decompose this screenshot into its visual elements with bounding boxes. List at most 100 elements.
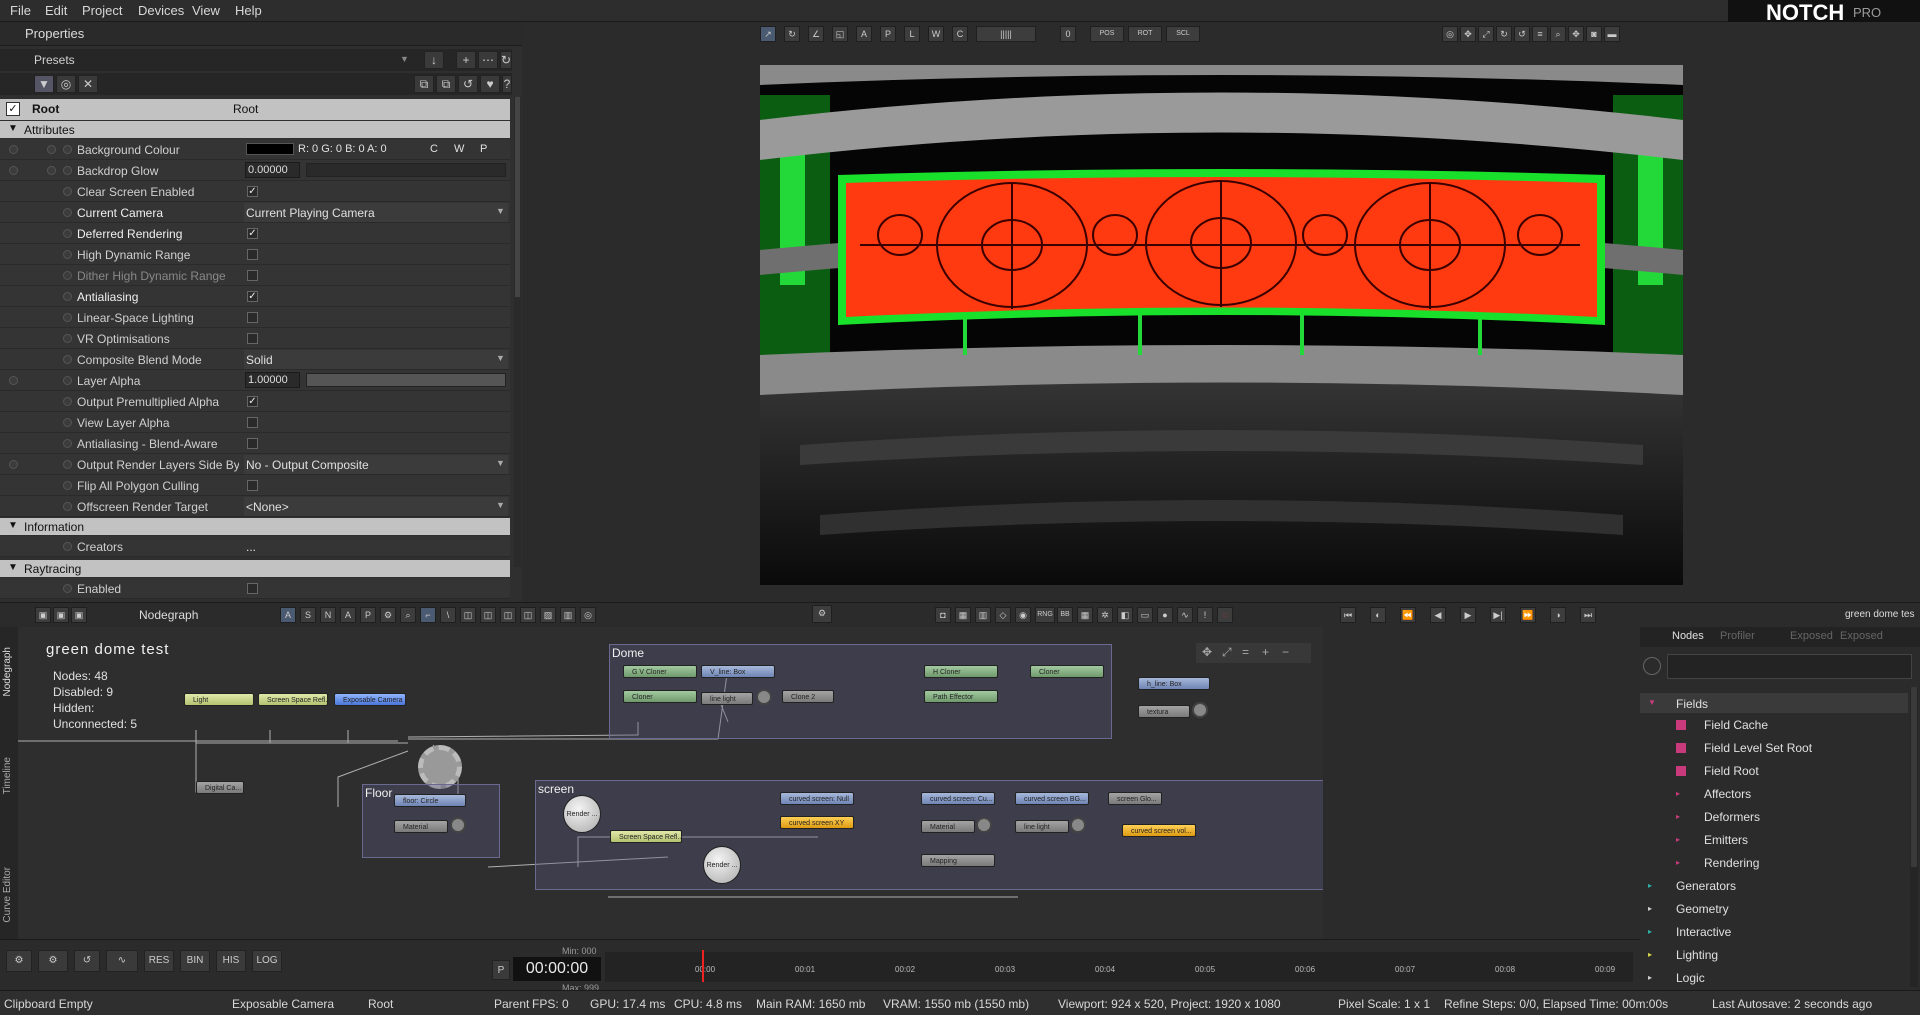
node-knob[interactable]: [1070, 817, 1086, 833]
p-tool-icon[interactable]: P: [360, 607, 376, 623]
colour-w-button[interactable]: W: [454, 143, 464, 155]
node-icon[interactable]: ◫: [480, 607, 496, 623]
filter-icon[interactable]: ▼: [34, 75, 54, 93]
menu-devices[interactable]: Devices: [138, 3, 184, 18]
node-curved-vol[interactable]: curved screen vol...: [1122, 824, 1196, 837]
blend-mode-dropdown[interactable]: [244, 350, 508, 369]
node-floor-circle[interactable]: floor: Circle: [394, 794, 466, 807]
search-icon[interactable]: ⌕: [400, 607, 416, 623]
expand-icon[interactable]: ▸: [1676, 858, 1680, 867]
keyframe-icon[interactable]: [63, 250, 72, 259]
keyframe-icon[interactable]: [63, 187, 72, 196]
p-tool-icon[interactable]: P: [880, 26, 896, 42]
section-attributes[interactable]: ▼ Attributes: [0, 121, 510, 138]
layer-alpha-input[interactable]: 1.00000: [245, 372, 300, 388]
favourite-icon[interactable]: ♥: [480, 75, 500, 93]
move-icon[interactable]: ✥: [1202, 645, 1212, 659]
expand-icon[interactable]: ▸: [1648, 950, 1652, 959]
node-screen-material[interactable]: Material: [921, 820, 975, 833]
node-gv-cloner[interactable]: G V Cloner: [623, 665, 697, 678]
nodes-scrollbar[interactable]: [1910, 687, 1918, 987]
layout-icon[interactable]: ▣: [53, 607, 69, 623]
gear-icon[interactable]: ⚙: [380, 607, 396, 623]
keyframe-icon[interactable]: [63, 481, 72, 490]
tree-logic[interactable]: Logic: [1676, 971, 1705, 985]
layer-alpha-slider[interactable]: [306, 373, 506, 387]
bb-icon[interactable]: BB: [1057, 607, 1073, 623]
search-icon[interactable]: [1643, 657, 1661, 675]
ak-tool-icon[interactable]: A: [280, 607, 296, 623]
zoom-icon[interactable]: ⌕: [1550, 26, 1566, 42]
node-digital-camera[interactable]: Digital Ca...: [196, 781, 244, 794]
tab-profiler[interactable]: Profiler: [1720, 630, 1755, 642]
backdrop-glow-input[interactable]: 0.00000: [245, 162, 300, 178]
camera-icon[interactable]: ◘: [935, 607, 951, 623]
scl-toggle[interactable]: SCL: [1166, 26, 1200, 42]
expand-icon[interactable]: ▸: [1676, 812, 1680, 821]
ak-tool-icon[interactable]: A: [856, 26, 872, 42]
node-floor-material[interactable]: Material: [394, 820, 448, 833]
menu-file[interactable]: File: [10, 3, 31, 18]
expand-icon[interactable]: ▸: [1648, 881, 1652, 890]
tree-fields[interactable]: Fields: [1676, 697, 1708, 711]
node-icon[interactable]: ◫: [500, 607, 516, 623]
undo-view-icon[interactable]: ↺: [1514, 26, 1530, 42]
c-tool-icon[interactable]: C: [952, 26, 968, 42]
clear-icon[interactable]: ✕: [78, 75, 98, 93]
node-light[interactable]: Light: [184, 693, 254, 706]
his-button[interactable]: HIS: [216, 950, 246, 972]
record-icon[interactable]: ◌: [1217, 607, 1233, 623]
video-icon[interactable]: ◧: [1117, 607, 1133, 623]
premultiplied-checkbox[interactable]: ✓: [247, 396, 258, 407]
colour-p-button[interactable]: P: [480, 143, 487, 155]
node-exposable-camera[interactable]: Exposable Camera: [334, 693, 406, 706]
orbit-icon[interactable]: ↻: [1496, 26, 1512, 42]
skip-start-icon[interactable]: ⏮: [1340, 607, 1356, 623]
settings-gear-icon[interactable]: ⚙: [38, 950, 68, 972]
w-tool-icon[interactable]: W: [928, 26, 944, 42]
node-curved-null[interactable]: curved screen: Null: [780, 792, 854, 805]
res-button[interactable]: RES: [144, 950, 174, 972]
more-icon[interactable]: ⋯: [478, 51, 498, 69]
keyframe-icon[interactable]: [63, 334, 72, 343]
rotate-tool-icon[interactable]: ↻: [784, 26, 800, 42]
exposed-icon[interactable]: [9, 166, 18, 175]
aa-blend-aware-checkbox[interactable]: [247, 438, 258, 449]
node-clone-2[interactable]: Clone 2: [782, 690, 834, 703]
menu-view[interactable]: View: [192, 3, 220, 18]
play-icon[interactable]: ▶: [1460, 607, 1476, 623]
tab-nodes[interactable]: Nodes: [1672, 630, 1704, 642]
keyframe-icon[interactable]: [63, 271, 72, 280]
keyframe-icon[interactable]: [63, 542, 72, 551]
expand-icon[interactable]: ▸: [1676, 835, 1680, 844]
paste-icon[interactable]: ⧉: [436, 75, 456, 93]
layout-icon[interactable]: ▣: [71, 607, 87, 623]
layout-icon[interactable]: ▣: [35, 607, 51, 623]
log-button[interactable]: LOG: [252, 950, 282, 972]
tab-timeline[interactable]: Timeline: [2, 757, 13, 794]
node-line-light-2[interactable]: line light: [1015, 820, 1069, 833]
reset-icon[interactable]: ↺: [458, 75, 478, 93]
keyframe-icon[interactable]: [63, 313, 72, 322]
tree-field-level-set-root[interactable]: Field Level Set Root: [1704, 741, 1812, 755]
node-cloner[interactable]: Cloner: [623, 690, 697, 703]
copy-icon[interactable]: ⧉: [414, 75, 434, 93]
hatch-icon[interactable]: ▨: [540, 607, 556, 623]
rng-icon[interactable]: RNG: [1035, 607, 1055, 623]
node-knob[interactable]: [450, 817, 466, 833]
pos-toggle[interactable]: POS: [1090, 26, 1124, 42]
exposed-icon[interactable]: [9, 145, 18, 154]
tab-curve-editor[interactable]: Curve Editor: [2, 867, 13, 923]
dither-hdr-checkbox[interactable]: [247, 270, 258, 281]
nodes-search-input[interactable]: [1667, 654, 1912, 679]
skip-end-icon[interactable]: ⏭: [1580, 607, 1596, 623]
next-marker-icon[interactable]: ◑: [1550, 607, 1566, 623]
frame-number[interactable]: 0: [1060, 26, 1076, 42]
loop-icon[interactable]: ↺: [74, 950, 100, 972]
colour-bars-icon[interactable]: ▥: [975, 607, 991, 623]
node-curved-cu[interactable]: curved screen: Cu...: [921, 792, 995, 805]
render-preview[interactable]: [760, 65, 1683, 585]
add-icon[interactable]: +: [456, 51, 476, 69]
tree-interactive[interactable]: Interactive: [1676, 925, 1731, 939]
node-knob[interactable]: [756, 689, 772, 705]
